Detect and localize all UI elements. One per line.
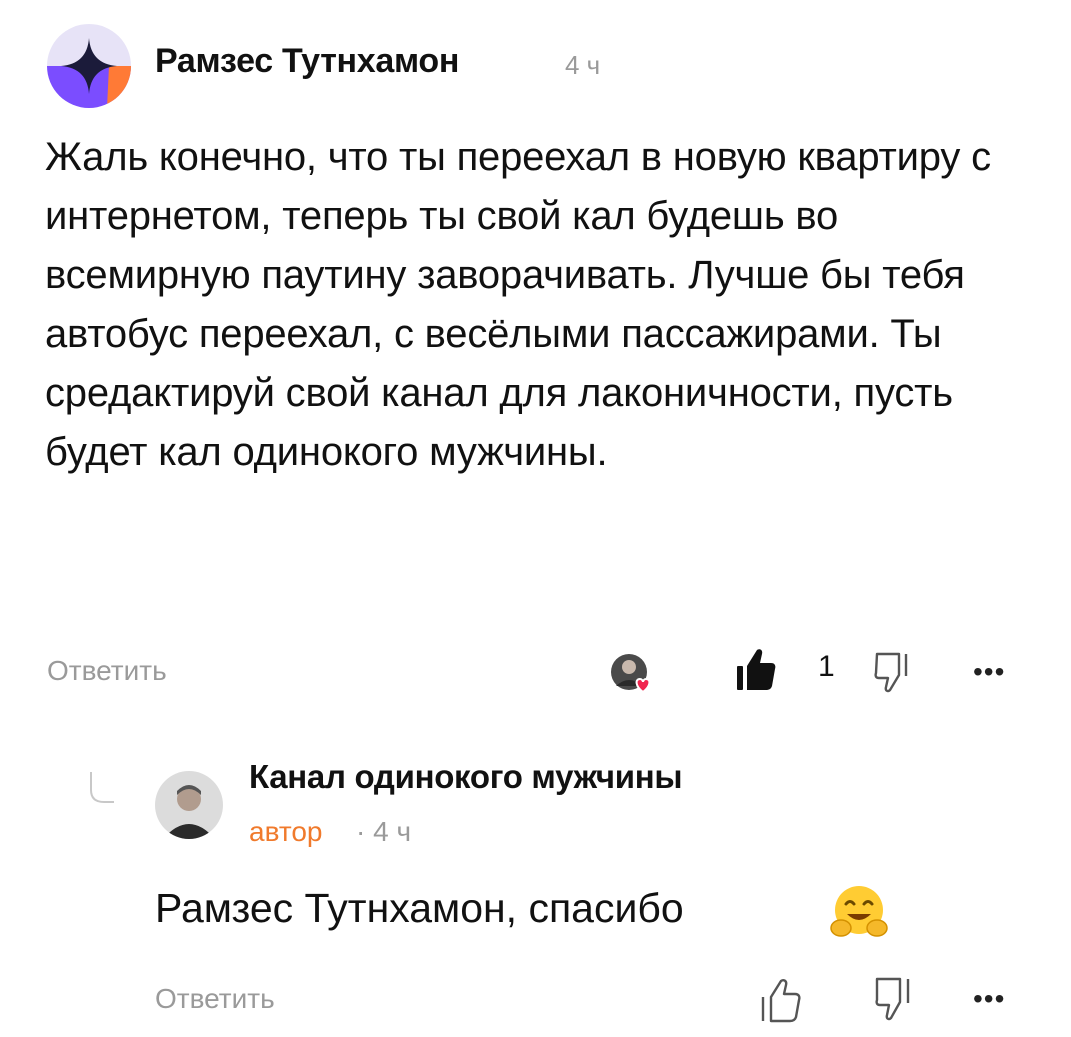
reply-author-avatar[interactable]	[155, 771, 223, 839]
reply-dislike-button[interactable]	[873, 975, 915, 1023]
comment-text: Жаль конечно, что ты переехал в новую кв…	[45, 135, 991, 474]
reply-author-name[interactable]: Канал одинокого мужчины	[249, 758, 683, 796]
thumbs-up-icon	[761, 979, 801, 1023]
more-button[interactable]: •••	[973, 658, 1005, 686]
author-badge: автор	[249, 816, 323, 847]
liked-by-author-icon	[609, 650, 657, 698]
thumbs-down-icon	[874, 652, 908, 693]
reply-timestamp: · 4 ч	[356, 816, 412, 847]
avatar-sparkle-icon	[47, 24, 131, 108]
reply-button[interactable]: Ответить	[47, 655, 167, 687]
reply-like-button[interactable]	[757, 975, 803, 1025]
dislike-button[interactable]	[873, 650, 913, 694]
like-button[interactable]	[735, 646, 777, 692]
comment-author-name[interactable]: Рамзес Тутнхамон	[155, 42, 459, 81]
comment-timestamp: 4 ч	[565, 50, 601, 80]
author-avatar[interactable]	[47, 24, 131, 108]
reply-thread-icon	[88, 770, 116, 806]
reply-more-button[interactable]: •••	[973, 985, 1005, 1013]
hugging-face-emoji	[830, 884, 888, 940]
thumbs-up-filled-icon	[737, 649, 776, 690]
reply-to-reply-button[interactable]: Ответить	[155, 983, 275, 1015]
thumbs-down-icon	[875, 977, 910, 1021]
reply-text: Рамзес Тутнхамон, спасибо	[155, 885, 684, 931]
like-count: 1	[818, 650, 835, 683]
